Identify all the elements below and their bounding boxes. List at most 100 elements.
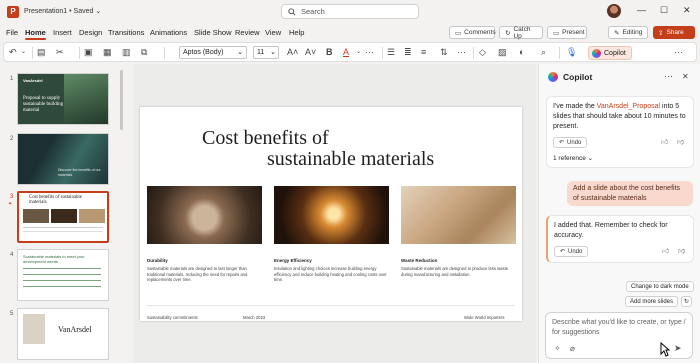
- col-body-durability[interactable]: Sustainable materials are designed to la…: [147, 266, 262, 283]
- title-bar: P Presentation1 • Saved ⌄ Search — ☐ ✕: [0, 0, 700, 24]
- slide-thumbnail-5[interactable]: VanArsdel: [17, 308, 109, 360]
- document-title[interactable]: Presentation1 • Saved ⌄: [24, 7, 101, 15]
- boxes-image[interactable]: [401, 186, 516, 244]
- references-toggle[interactable]: 1 reference ⌄: [553, 154, 593, 164]
- numbering-icon[interactable]: ≣: [404, 47, 412, 58]
- tab-animations[interactable]: Animations: [150, 28, 187, 37]
- silhouette-image: [18, 134, 108, 184]
- editing-icon[interactable]: ⌕: [541, 47, 546, 58]
- font-color-button[interactable]: A: [343, 47, 349, 58]
- more-options-icon[interactable]: ···: [664, 71, 673, 81]
- thumbs-up-icon[interactable]: 👍︎: [661, 138, 668, 148]
- col-heading-waste[interactable]: Waste Reduction: [401, 258, 437, 263]
- editing-mode-button[interactable]: ✎ Editing: [608, 26, 648, 39]
- copilot-icon: [592, 48, 601, 58]
- tab-home[interactable]: Home: [25, 28, 46, 40]
- slide-number: 4: [10, 252, 14, 258]
- catch-up-button[interactable]: ↻ Catch Up: [499, 26, 543, 40]
- undo-icon: ↶: [559, 139, 565, 146]
- more-paragraph-icon[interactable]: ···: [457, 47, 466, 58]
- slide-title-line1[interactable]: Cost benefits of: [202, 127, 329, 149]
- comments-button[interactable]: ▭ Comments: [449, 26, 496, 39]
- undo-dropdown-icon[interactable]: ⌄: [21, 47, 26, 58]
- tab-transitions[interactable]: Transitions: [108, 28, 144, 37]
- refresh-suggestions-icon[interactable]: ↻: [681, 296, 693, 307]
- thumbs-down-icon[interactable]: 👎︎: [677, 138, 684, 148]
- increase-font-icon[interactable]: A˄: [287, 47, 298, 58]
- chevron-down-icon[interactable]: ⌄: [356, 47, 361, 58]
- shapes-icon[interactable]: ◇: [479, 47, 486, 58]
- font-family-select[interactable]: Aptos (Body) ⌄: [179, 46, 247, 59]
- col-body-energy[interactable]: Insulation and lighting choices increase…: [274, 266, 389, 283]
- more-font-options-icon[interactable]: ···: [365, 47, 374, 58]
- slide-number: 1: [10, 76, 14, 82]
- dictate-icon[interactable]: 🎙: [566, 47, 577, 58]
- search-input[interactable]: Search: [281, 4, 419, 19]
- arrange-icon[interactable]: ▨: [498, 47, 507, 58]
- sparkle-icon[interactable]: ✧: [554, 344, 561, 353]
- slide-thumbnail-1[interactable]: VanArsdel Proposal to supply sustainable…: [17, 73, 109, 125]
- mouse-cursor-icon: [660, 342, 670, 357]
- copilot-ribbon-button[interactable]: Copilot: [588, 46, 632, 60]
- rope-image[interactable]: [147, 186, 262, 244]
- user-avatar[interactable]: [607, 4, 621, 18]
- attach-icon[interactable]: ⌀: [570, 344, 575, 353]
- decrease-font-icon[interactable]: A˅: [305, 47, 316, 58]
- maximize-icon[interactable]: ☐: [660, 5, 668, 16]
- undo-icon[interactable]: ↶: [9, 47, 17, 58]
- current-slide[interactable]: Cost benefits of sustainable materials D…: [140, 107, 522, 321]
- reset-icon[interactable]: ⧉: [141, 47, 147, 58]
- send-icon[interactable]: ➤: [674, 343, 682, 354]
- present-button[interactable]: ▭ Present: [547, 26, 587, 39]
- footer-left[interactable]: Sustainability commitments: [147, 315, 198, 320]
- file-link[interactable]: VanArsdel_Proposal: [597, 103, 660, 110]
- bullets-icon[interactable]: ☰: [387, 47, 395, 58]
- new-slide-icon[interactable]: ▣: [84, 47, 93, 58]
- tab-help[interactable]: Help: [289, 28, 304, 37]
- slide-thumbnail-2[interactable]: Discover the benefits of our materials: [17, 133, 109, 185]
- copilot-response-2: I added that. Remember to check for accu…: [546, 215, 694, 263]
- layout-icon[interactable]: ▦: [103, 47, 112, 58]
- slide-number: 2: [10, 136, 14, 142]
- minimize-icon[interactable]: —: [637, 5, 646, 15]
- catch-up-icon: ↻: [505, 29, 511, 37]
- clipboard-icon[interactable]: ✂: [56, 47, 64, 58]
- tab-slide-show[interactable]: Slide Show: [194, 28, 232, 37]
- undo-button[interactable]: ↶ Undo: [553, 137, 588, 148]
- align-icon[interactable]: ≡: [421, 47, 426, 58]
- slide-thumbnail-4[interactable]: Sustainable materials to meet your devel…: [17, 249, 109, 301]
- thumbnails-scrollbar[interactable]: [120, 70, 123, 130]
- tab-file[interactable]: File: [6, 28, 18, 37]
- tab-view[interactable]: View: [265, 28, 281, 37]
- tab-design[interactable]: Design: [79, 28, 102, 37]
- slide-title-line2[interactable]: sustainable materials: [267, 148, 434, 170]
- tab-review[interactable]: Review: [235, 28, 260, 37]
- thumbs-down-icon[interactable]: 👎︎: [678, 247, 685, 257]
- copilot-prompt-input[interactable]: Describe what you'd like to create, or t…: [545, 312, 693, 359]
- more-options-icon[interactable]: ···: [674, 47, 683, 58]
- present-icon: ▭: [553, 29, 560, 37]
- col-body-waste[interactable]: Sustainable materials are designed to pr…: [401, 266, 516, 277]
- footer-right[interactable]: Wide World Importers: [464, 315, 504, 320]
- text-direction-icon[interactable]: ⇅: [440, 47, 448, 58]
- thumbs-up-icon[interactable]: 👍︎: [662, 247, 669, 257]
- font-size-select[interactable]: 11 ⌄: [253, 46, 279, 59]
- suggestion-more-slides[interactable]: Add more slides: [625, 296, 679, 307]
- undo-button[interactable]: ↶ Undo: [554, 246, 589, 257]
- share-button[interactable]: ⇪ Share: [653, 26, 695, 39]
- section-icon[interactable]: ▥: [122, 47, 131, 58]
- suggestion-dark-mode[interactable]: Change to dark mode: [626, 281, 694, 292]
- brand-text: VanArsdel: [58, 325, 92, 334]
- slide-thumbnail-3[interactable]: Cost benefits of sustainable materials: [17, 191, 109, 243]
- tab-insert[interactable]: Insert: [53, 28, 72, 37]
- footer-divider: [147, 305, 515, 306]
- quick-styles-icon[interactable]: ◐: [519, 47, 524, 58]
- close-window-icon[interactable]: ✕: [683, 5, 691, 16]
- bold-button[interactable]: B: [326, 47, 333, 58]
- light-bulb-image[interactable]: [274, 186, 389, 244]
- col-heading-energy[interactable]: Energy Efficiency: [274, 258, 312, 263]
- col-heading-durability[interactable]: Durability: [147, 258, 168, 263]
- close-panel-icon[interactable]: ✕: [682, 72, 689, 81]
- footer-date[interactable]: March 2023: [243, 315, 265, 320]
- paste-icon[interactable]: ▤: [37, 47, 46, 58]
